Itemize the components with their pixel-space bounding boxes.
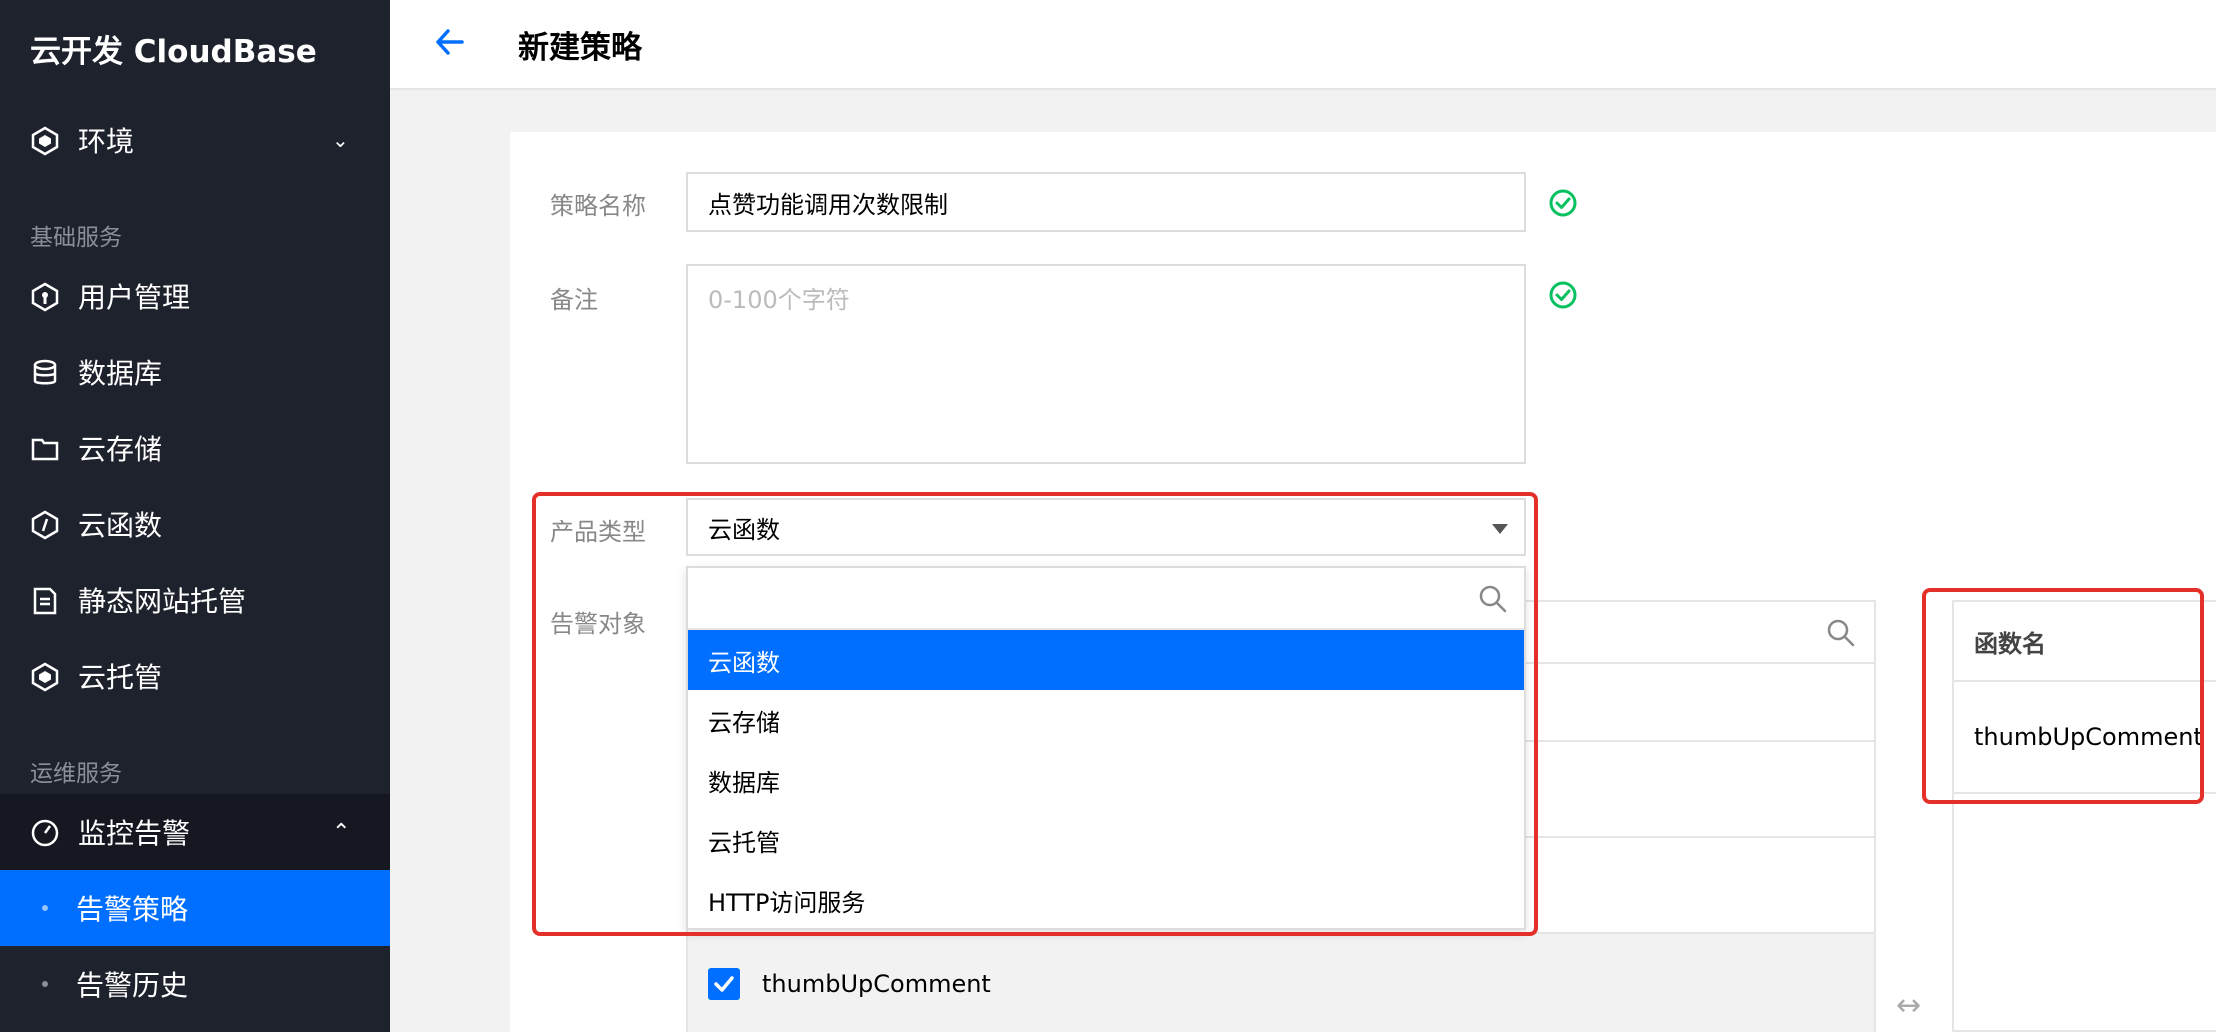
sidebar-item-label: 用户管理 <box>78 281 191 314</box>
dropdown-option-http-service[interactable]: HTTP访问服务 <box>688 870 1524 930</box>
dropdown-option-cloud-hosting[interactable]: 云托管 <box>688 810 1524 870</box>
sidebar-item-functions[interactable]: 云函数 <box>0 486 390 562</box>
folder-icon <box>31 438 59 461</box>
column-header-function-name: 函数名 <box>1954 602 2216 682</box>
policy-name-input[interactable]: 点赞功能调用次数限制 <box>686 172 1526 232</box>
back-arrow-icon[interactable] <box>430 22 470 62</box>
function-icon <box>31 510 59 540</box>
database-icon <box>33 359 57 385</box>
dropdown-search-input[interactable] <box>688 568 1524 630</box>
checkbox-checked[interactable] <box>708 968 740 1000</box>
sidebar-item-monitoring[interactable]: 监控告警 ⌃ <box>0 794 390 870</box>
section-ops-services: 运维服务 <box>30 761 122 787</box>
sidebar: 云开发 CloudBase 环境 ⌄ 基础服务 用户管理 数据库 云存储 云函数… <box>0 0 390 1032</box>
document-icon <box>33 587 57 615</box>
hexagon-icon <box>31 662 59 692</box>
sidebar-item-user-management[interactable]: 用户管理 <box>0 258 390 334</box>
hexagon-icon <box>31 126 59 156</box>
search-icon <box>1827 619 1855 647</box>
gauge-icon <box>31 819 59 847</box>
dropdown-option-storage[interactable]: 云存储 <box>688 690 1524 750</box>
product-type-label: 产品类型 <box>550 518 646 546</box>
product-type-dropdown: 云函数 云存储 数据库 云托管 HTTP访问服务 <box>686 566 1526 930</box>
checkmark-icon <box>714 976 734 992</box>
env-selector[interactable]: 环境 ⌄ <box>0 102 390 178</box>
sidebar-item-alert-policy[interactable]: 告警策略 <box>0 870 390 946</box>
sidebar-item-database[interactable]: 数据库 <box>0 334 390 410</box>
alert-target-label: 告警对象 <box>550 610 646 638</box>
sidebar-item-label: 云托管 <box>78 661 163 694</box>
note-label: 备注 <box>550 286 598 314</box>
selected-functions-table: 函数名 thumbUpComment <box>1952 600 2216 1032</box>
swap-arrow-icon: ↔ <box>1896 988 1922 1023</box>
check-circle-icon <box>1549 189 1577 217</box>
product-type-select[interactable]: 云函数 <box>686 498 1526 556</box>
chevron-down-icon: ⌄ <box>332 128 349 152</box>
product-type-value: 云函数 <box>708 515 780 544</box>
bullet-icon <box>42 981 48 987</box>
note-textarea[interactable]: 0-100个字符 <box>686 264 1526 464</box>
function-name: thumbUpComment <box>762 970 991 998</box>
sidebar-item-static-hosting[interactable]: 静态网站托管 <box>0 562 390 638</box>
sidebar-item-alert-history[interactable]: 告警历史 <box>0 946 390 1022</box>
sidebar-item-storage[interactable]: 云存储 <box>0 410 390 486</box>
search-icon <box>1479 585 1507 613</box>
sidebar-item-label: 云存储 <box>78 433 163 466</box>
sidebar-item-label: 告警历史 <box>76 969 189 1002</box>
dropdown-option-database[interactable]: 数据库 <box>688 750 1524 810</box>
sidebar-item-cloud-hosting[interactable]: 云托管 <box>0 638 390 714</box>
bullet-icon <box>42 905 48 911</box>
page-title: 新建策略 <box>518 30 642 66</box>
sidebar-item-label: 数据库 <box>78 357 163 390</box>
page-header: 新建策略 <box>390 0 2216 90</box>
list-item-selected[interactable]: thumbUpComment <box>688 934 1874 1032</box>
sidebar-item-label: 云函数 <box>78 509 163 542</box>
user-shield-icon <box>31 282 59 312</box>
sidebar-item-label: 告警策略 <box>76 893 189 926</box>
caret-down-icon <box>1492 524 1508 534</box>
check-circle-icon <box>1549 281 1577 309</box>
chevron-up-icon: ⌃ <box>332 819 351 845</box>
sidebar-item-label: 静态网站托管 <box>78 585 247 618</box>
sidebar-item-label: 监控告警 <box>78 817 191 850</box>
env-label: 环境 <box>78 125 135 158</box>
brand-title: 云开发 CloudBase <box>30 34 317 70</box>
table-row: thumbUpComment <box>1954 682 2216 794</box>
section-basic-services: 基础服务 <box>30 225 122 251</box>
dropdown-option-functions[interactable]: 云函数 <box>688 630 1524 690</box>
policy-name-label: 策略名称 <box>550 192 646 220</box>
